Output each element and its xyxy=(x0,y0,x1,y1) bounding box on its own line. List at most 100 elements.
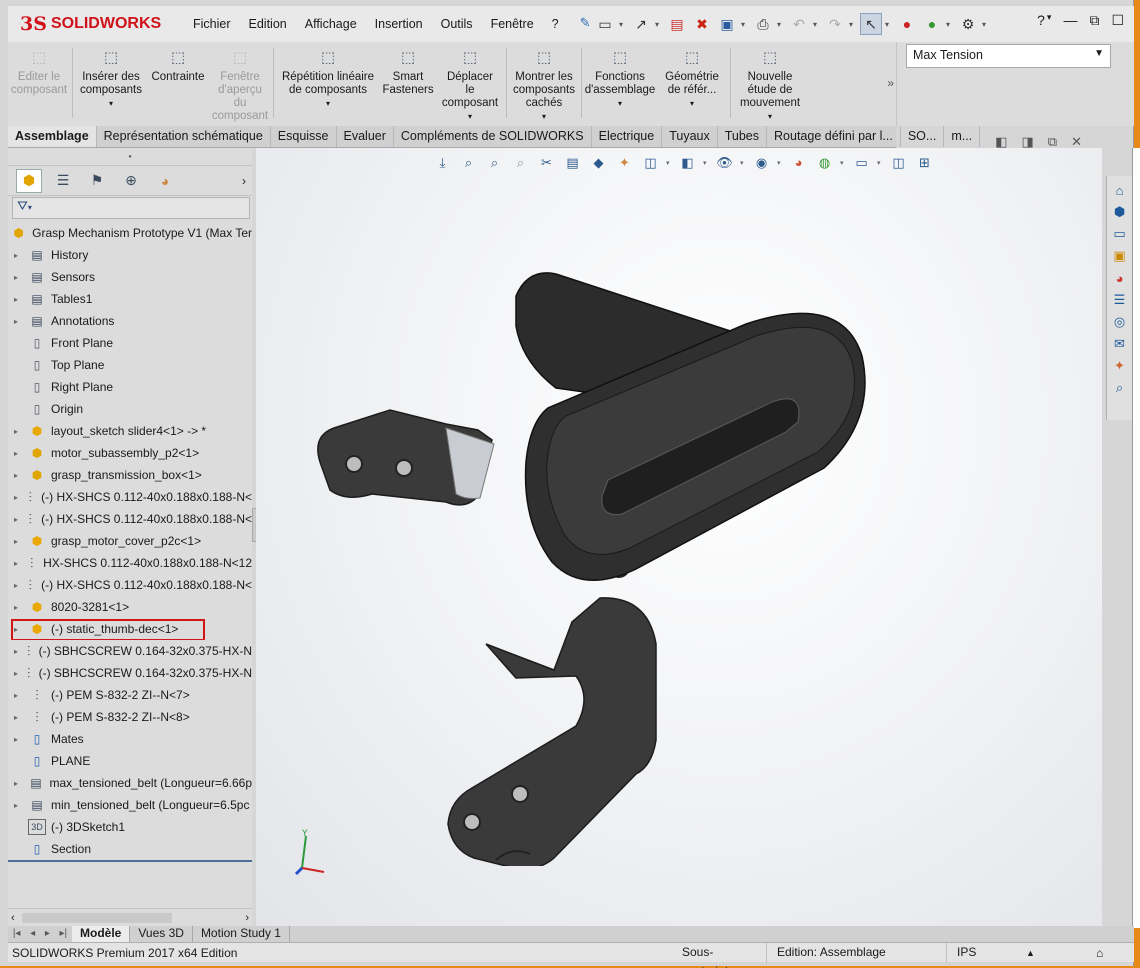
file-explorer-icon[interactable]: ▭ xyxy=(1110,224,1130,244)
apply-scene-icon[interactable]: ◕ xyxy=(788,152,809,173)
undo-dropdown-icon[interactable]: ▾ xyxy=(813,20,821,29)
traffic-light-icon[interactable]: ● xyxy=(896,13,918,35)
scroll-left-icon[interactable]: ‹ xyxy=(11,912,15,924)
display-pane-icon[interactable]: ▭ xyxy=(851,152,872,173)
tree-item[interactable]: ▯ Top Plane xyxy=(8,354,252,376)
status-units[interactable]: IPS xyxy=(946,942,1026,963)
expand-arrow-icon[interactable]: ▸ xyxy=(14,427,24,436)
tree-item[interactable]: ▸ ▤ Sensors xyxy=(8,266,252,288)
thumb-bracket[interactable] xyxy=(447,556,657,866)
tree-item[interactable]: ▯ Front Plane xyxy=(8,332,252,354)
tree-item[interactable]: ▸ ⫶ (-) PEM S-832-2 ZI--N<8> xyxy=(8,706,252,728)
tree-item[interactable]: ▸ ⫶ (-) HX-SHCS 0.112-40x0.188x0.188-N< xyxy=(8,574,252,596)
tree-item[interactable]: ▯ Right Plane xyxy=(8,376,252,398)
displaymanager-tab-icon[interactable]: ◕ xyxy=(152,169,178,193)
options-dropdown-icon[interactable]: ▾ xyxy=(982,20,990,29)
menu-insertion[interactable]: Insertion xyxy=(366,17,432,31)
print-dropdown-icon[interactable]: ▾ xyxy=(777,20,785,29)
tab-modele[interactable]: Modèle xyxy=(72,926,131,942)
command-dropdown-icon[interactable]: ▾ xyxy=(109,97,113,110)
first-tab-icon[interactable]: |◂ xyxy=(13,926,21,942)
menu-help[interactable]: ? xyxy=(543,17,568,31)
viewport-close-icon[interactable]: ✕ xyxy=(1071,134,1082,150)
tree-item[interactable]: ▸ ⬢ layout_sketch slider4<1> -> * xyxy=(8,420,252,442)
menu-outils[interactable]: Outils xyxy=(432,17,482,31)
menu-fichier[interactable]: Fichier xyxy=(184,17,240,31)
propertymanager-tab-icon[interactable]: ☰ xyxy=(50,169,76,193)
expand-arrow-icon[interactable]: ▸ xyxy=(14,317,24,326)
tree-item[interactable]: ▸ ⫶ (-) SBHCSCREW 0.164-32x0.375-HX-N xyxy=(8,662,252,684)
view-settings-icon[interactable]: ◍ xyxy=(814,152,835,173)
expand-arrow-icon[interactable]: ▸ xyxy=(14,449,24,458)
command-dropdown-icon[interactable]: ▾ xyxy=(542,110,546,123)
forum-icon[interactable]: ◎ xyxy=(1110,312,1130,332)
redo-icon[interactable]: ↷ xyxy=(824,13,846,35)
expand-arrow-icon[interactable]: ▸ xyxy=(14,581,20,590)
zoom-to-fit-icon[interactable]: ⌕ xyxy=(458,152,479,173)
tree-item[interactable]: ▸ ⫶ (-) PEM S-832-2 ZI--N<7> xyxy=(8,684,252,706)
tab-1[interactable]: Représentation schématique xyxy=(97,126,271,147)
prev-tab-icon[interactable]: ◂ xyxy=(30,926,35,942)
appearances-icon[interactable]: ◕ xyxy=(1110,268,1130,288)
select-dropdown-icon[interactable]: ▾ xyxy=(885,20,893,29)
split-view-icon[interactable]: ◫ xyxy=(888,152,909,173)
expand-arrow-icon[interactable]: ▸ xyxy=(14,691,24,700)
tree-item[interactable]: ▸ ▤ min_tensioned_belt (Longueur=6.5pc xyxy=(8,794,252,816)
make-drawing-icon[interactable]: ▤ xyxy=(666,13,688,35)
save-dropdown-icon[interactable]: ▾ xyxy=(741,20,749,29)
command-motion-study[interactable]: ⬚ Nouvelle étude de mouvement ▾ xyxy=(733,42,807,126)
tree-item[interactable]: ▸ ▤ max_tensioned_belt (Longueur=6.66p xyxy=(8,772,252,794)
tab-2[interactable]: Esquisse xyxy=(271,126,337,147)
horizontal-scrollbar[interactable]: ‹ › xyxy=(8,908,252,926)
configurationmanager-tab-icon[interactable]: ⚑ xyxy=(84,169,110,193)
section-view-icon[interactable]: ✂ xyxy=(536,152,557,173)
options-gear-icon[interactable]: ⚙ xyxy=(957,13,979,35)
tree-item[interactable]: ▸ ⬢ (-) static_thumb-dec<1> xyxy=(8,618,252,640)
appearance-dropdown-icon[interactable]: ▾ xyxy=(777,159,783,167)
save-icon[interactable]: ▣ xyxy=(716,13,738,35)
tree-item[interactable]: ▸ ▤ Annotations xyxy=(8,310,252,332)
new-dropdown-icon[interactable]: ▾ xyxy=(619,20,627,29)
display-dropdown-icon[interactable]: ▾ xyxy=(877,159,883,167)
tag-icon[interactable]: ⌂ xyxy=(1086,946,1103,960)
command-dropdown-icon[interactable]: ▾ xyxy=(326,97,330,110)
command-preview-window[interactable]: ⬚ Fenêtre d'aperçu du composant xyxy=(209,42,271,126)
minimize-icon[interactable]: — xyxy=(1063,12,1077,29)
expand-arrow-icon[interactable]: ▸ xyxy=(14,669,20,678)
viewport-prev-icon[interactable]: ◧ xyxy=(995,134,1007,150)
custom-properties-icon[interactable]: ☰ xyxy=(1110,290,1130,310)
restore-icon[interactable]: ⧉ xyxy=(1089,12,1099,29)
edit-appearance-icon[interactable]: ◉ xyxy=(751,152,772,173)
view-palette-icon[interactable]: ▣ xyxy=(1110,246,1130,266)
expand-arrow-icon[interactable]: ▸ xyxy=(14,779,23,788)
tree-item[interactable]: ▸ ⫶ (-) HX-SHCS 0.112-40x0.188x0.188-N< xyxy=(8,486,252,508)
last-tab-icon[interactable]: ▸| xyxy=(60,926,68,942)
command-insert-components[interactable]: ⬚ Insérer des composants ▾ xyxy=(75,42,147,126)
help-dropdown-icon[interactable]: ▾ xyxy=(1047,12,1052,29)
tree-item[interactable]: ▸ ⫶ (-) SBHCSCREW 0.164-32x0.375-HX-N xyxy=(8,640,252,662)
tab-8[interactable]: Routage défini par l... xyxy=(767,126,901,147)
expand-arrow-icon[interactable]: ▸ xyxy=(14,801,24,810)
select-cursor-icon[interactable]: ↖ xyxy=(860,13,882,35)
close-document-icon[interactable]: ✖ xyxy=(691,13,713,35)
command-dropdown-icon[interactable]: ▾ xyxy=(768,110,772,123)
command-linear-pattern[interactable]: ⬚ Répétition linéaire de composants ▾ xyxy=(276,42,380,126)
hide-show-items-icon[interactable]: 👁 xyxy=(714,152,735,173)
tree-item[interactable]: ▸ ▯ Mates xyxy=(8,728,252,750)
tab-motion-study-1[interactable]: Motion Study 1 xyxy=(193,926,290,942)
tab-7[interactable]: Tubes xyxy=(718,126,768,147)
tree-item[interactable]: ▯ PLANE xyxy=(8,750,252,772)
command-move-component[interactable]: ⬚ Déplacer le composant ▾ xyxy=(436,42,504,126)
scroll-right-icon[interactable]: › xyxy=(245,912,249,924)
undo-icon[interactable]: ↶ xyxy=(788,13,810,35)
menu-edition[interactable]: Edition xyxy=(240,17,296,31)
filter-input[interactable]: ⛛▾ xyxy=(12,197,250,219)
gripper-model[interactable] xyxy=(316,266,876,866)
view-orientation-icon[interactable]: ◧ xyxy=(677,152,698,173)
expand-arrow-icon[interactable]: ▸ xyxy=(14,735,24,744)
tab-6[interactable]: Tuyaux xyxy=(662,126,718,147)
menu-affichage[interactable]: Affichage xyxy=(296,17,366,31)
tab-9[interactable]: SO... xyxy=(901,126,945,147)
previous-view-icon[interactable]: ⌕ xyxy=(510,152,531,173)
open-icon[interactable]: ↗ xyxy=(630,13,652,35)
